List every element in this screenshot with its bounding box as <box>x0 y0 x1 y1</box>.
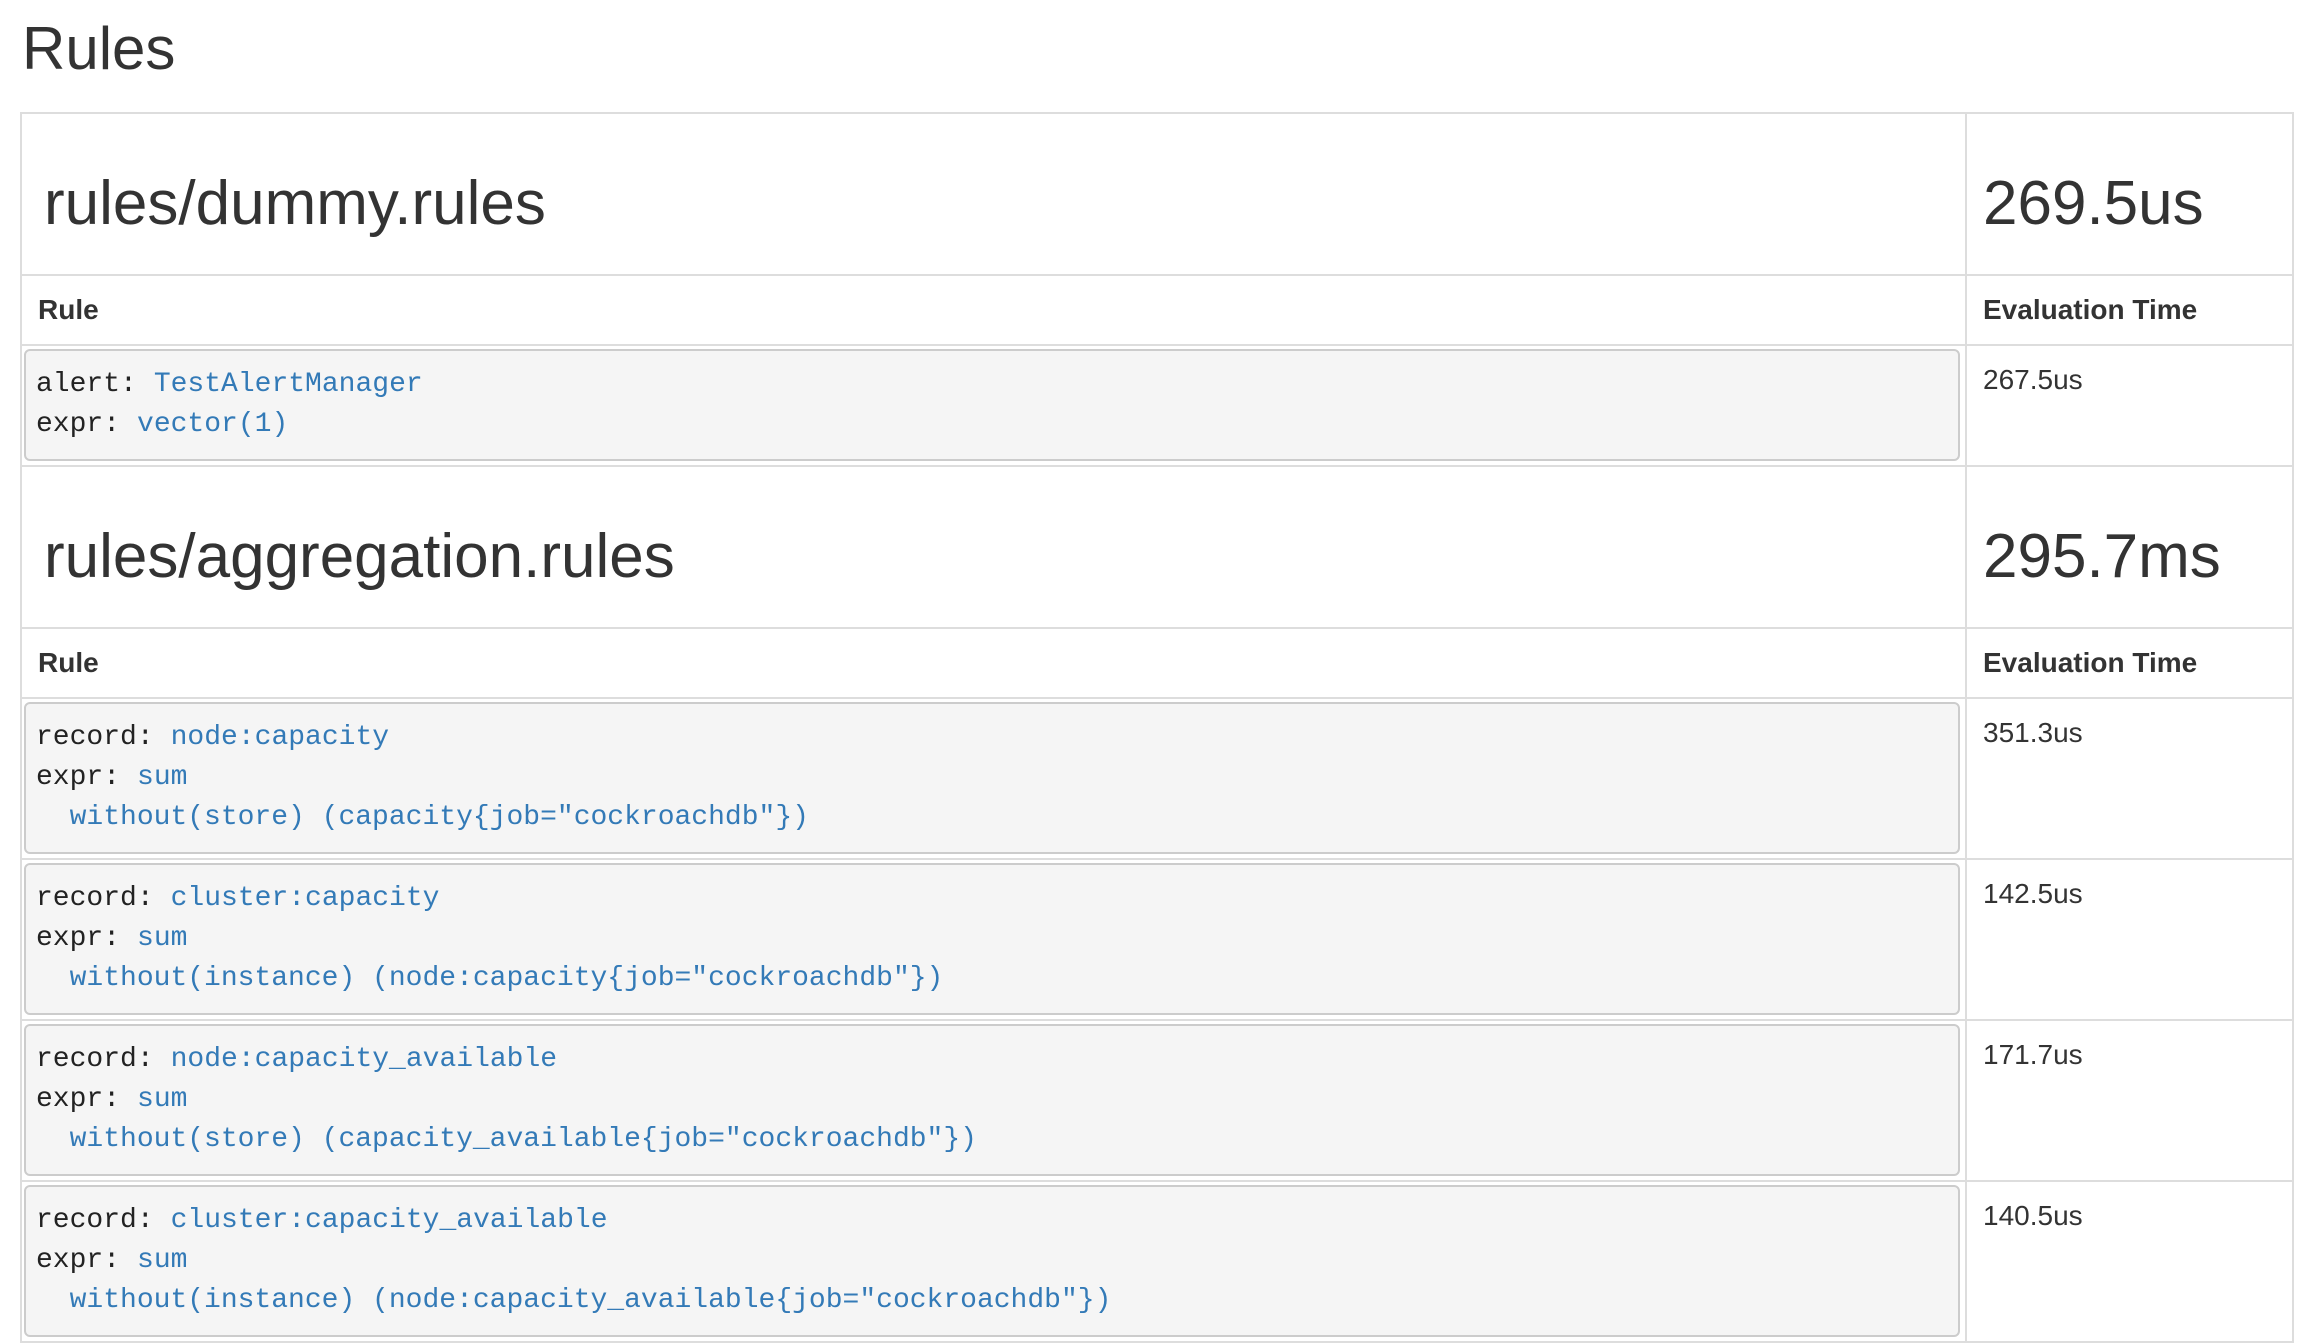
expr-link[interactable]: sum <box>137 762 187 793</box>
rule-group-file: rules/aggregation.rules <box>44 523 1949 591</box>
record-key-label: record: <box>36 1044 154 1075</box>
rule-definition: record: cluster:capacity_available expr: s… <box>24 1185 1960 1337</box>
rule-definition: alert: TestAlertManager expr: vector(1) <box>24 349 1960 461</box>
rule-group-header-row: rules/dummy.rules 269.5us <box>21 113 2293 275</box>
eval-time-column-header: Evaluation Time <box>1966 628 2293 698</box>
rule-row: record: cluster:capacity expr: sum without… <box>21 859 2293 1020</box>
page-title: Rules <box>22 16 2292 82</box>
rule-definition: record: cluster:capacity expr: sum without… <box>24 863 1960 1015</box>
rule-definition: record:node:capacity_available expr:sum … <box>24 1024 1960 1176</box>
expr-link[interactable]: vector(1) <box>137 409 288 440</box>
record-key-label: record: <box>36 722 154 753</box>
expr-continuation-link[interactable]: without(instance) (node:capacity_availab… <box>36 1285 1111 1316</box>
rule-eval-time: 140.5us <box>1966 1181 2293 1342</box>
rules-table: rules/dummy.rules 269.5us Rule Evaluatio… <box>20 112 2294 1343</box>
record-name-link[interactable]: cluster:capacity_available <box>171 1205 608 1236</box>
rule-column-header: Rule <box>21 628 1966 698</box>
expr-key-label: expr: <box>36 923 120 954</box>
expr-key-label: expr: <box>36 409 120 440</box>
expr-key-label: expr: <box>36 1245 120 1276</box>
rule-row: record: node:capacity expr: sum without(st… <box>21 698 2293 859</box>
record-name-link[interactable]: node:capacity <box>171 722 389 753</box>
rule-eval-time: 142.5us <box>1966 859 2293 1020</box>
expr-link[interactable]: sum <box>137 1245 187 1276</box>
rule-column-header: Rule <box>21 275 1966 345</box>
alert-name-link[interactable]: TestAlertManager <box>154 369 423 400</box>
expr-key-label: expr: <box>36 762 120 793</box>
rule-eval-time: 171.7us <box>1966 1020 2293 1181</box>
rule-row: record:node:capacity_available expr:sum … <box>21 1020 2293 1181</box>
column-header-row: Rule Evaluation Time <box>21 628 2293 698</box>
record-key-label: record: <box>36 1205 154 1236</box>
expr-continuation-link[interactable]: without(store) (capacity{job="cockroachd… <box>36 802 809 833</box>
rule-row: alert: TestAlertManager expr: vector(1) 26… <box>21 345 2293 466</box>
column-header-row: Rule Evaluation Time <box>21 275 2293 345</box>
expr-continuation-link[interactable]: without(store) (capacity_available{job="… <box>36 1124 977 1155</box>
rule-group-file: rules/dummy.rules <box>44 170 1949 238</box>
rules-page: Rules rules/dummy.rules 269.5us Rule Eva… <box>0 0 2316 1343</box>
rule-eval-time: 267.5us <box>1966 345 2293 466</box>
eval-time-column-header: Evaluation Time <box>1966 275 2293 345</box>
rule-eval-time: 351.3us <box>1966 698 2293 859</box>
rule-group-total-eval-time: 295.7ms <box>1983 523 2276 591</box>
record-key-label: record: <box>36 883 154 914</box>
record-name-link[interactable]: cluster:capacity <box>171 883 440 914</box>
alert-key-label: alert: <box>36 369 137 400</box>
rule-group-total-eval-time: 269.5us <box>1983 170 2276 238</box>
expr-continuation-link[interactable]: without(instance) (node:capacity{job="co… <box>36 963 943 994</box>
expr-key-label: expr: <box>36 1084 120 1115</box>
expr-link[interactable]: sum <box>137 923 187 954</box>
expr-link[interactable]: sum <box>137 1084 187 1115</box>
rule-row: record: cluster:capacity_available expr: s… <box>21 1181 2293 1342</box>
rule-group-header-row: rules/aggregation.rules 295.7ms <box>21 466 2293 628</box>
record-name-link[interactable]: node:capacity_available <box>171 1044 557 1075</box>
rule-definition: record: node:capacity expr: sum without(st… <box>24 702 1960 854</box>
